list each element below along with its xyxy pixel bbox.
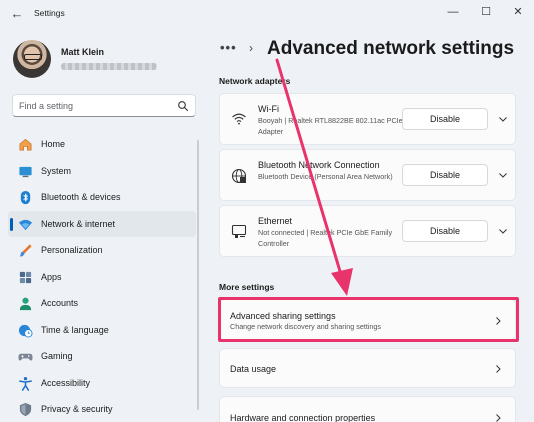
item-title: Data usage <box>230 364 277 374</box>
page-title: Advanced network settings <box>267 38 515 59</box>
adapter-card-ethernet[interactable]: Ethernet Not connected | Realtek PCIe Gb… <box>219 205 516 257</box>
search-box[interactable] <box>12 94 196 117</box>
data-usage-item[interactable]: Data usage <box>219 348 516 388</box>
sidebar-item-personalization[interactable]: Personalization <box>8 237 196 264</box>
back-arrow-icon[interactable]: ← <box>8 5 26 23</box>
shield-icon <box>19 402 32 417</box>
user-email-redacted <box>61 63 157 70</box>
item-title: Hardware and connection properties <box>230 413 376 422</box>
sidebar-item-label: Accounts <box>41 298 79 308</box>
chevron-down-icon[interactable] <box>498 170 508 180</box>
disable-button[interactable]: Disable <box>402 164 488 186</box>
annotation-highlight-box <box>218 297 519 342</box>
sidebar-item-label: Bluetooth & devices <box>41 192 121 202</box>
sidebar-nav: Home System Bluetooth & devices Network … <box>8 131 196 422</box>
adapter-name: Wi-Fi <box>258 104 279 114</box>
globe-clock-icon <box>18 324 33 338</box>
sidebar-item-time-language[interactable]: Time & language <box>8 317 196 344</box>
sidebar-item-label: Personalization <box>41 245 103 255</box>
hardware-connection-properties-item[interactable]: Hardware and connection properties <box>219 396 516 422</box>
sidebar-item-label: Network & internet <box>41 218 116 229</box>
breadcrumb-separator-icon: › <box>249 41 253 55</box>
sidebar-item-home[interactable]: Home <box>8 131 196 158</box>
sidebar-item-network[interactable]: Network & internet <box>8 210 196 237</box>
search-icon[interactable] <box>177 100 189 112</box>
breadcrumb-overflow-button[interactable]: ••• <box>220 40 237 55</box>
chevron-down-icon[interactable] <box>498 114 508 124</box>
system-icon <box>19 166 32 177</box>
sidebar-item-bluetooth[interactable]: Bluetooth & devices <box>8 184 196 211</box>
sidebar-item-label: System <box>41 165 72 176</box>
wifi-icon <box>232 113 246 125</box>
sidebar-item-label: Accessibility <box>41 377 91 388</box>
adapter-detail: Bluetooth Device (Personal Area Network) <box>258 172 393 181</box>
globe-network-icon <box>231 168 247 184</box>
section-heading-more-settings: More settings <box>219 282 275 292</box>
adapter-detail: Not connected | Realtek PCIe GbE Family … <box>258 228 393 248</box>
accounts-icon <box>19 297 32 311</box>
chevron-down-icon[interactable] <box>498 226 508 236</box>
adapter-name: Ethernet <box>258 216 293 226</box>
sidebar-item-accounts[interactable]: Accounts <box>8 290 196 317</box>
accessibility-icon <box>19 376 32 391</box>
app-title: Settings <box>34 8 65 18</box>
sidebar-item-label: Time & language <box>41 324 109 335</box>
ethernet-icon <box>231 224 247 238</box>
gamepad-icon <box>18 353 33 361</box>
home-icon <box>19 138 32 151</box>
maximize-icon[interactable]: ☐ <box>474 3 498 21</box>
disable-button[interactable]: Disable <box>402 108 488 130</box>
settings-window: ← Settings — ☐ ✕ Matt Klein Home System <box>0 0 534 422</box>
minimize-icon[interactable]: — <box>441 3 465 21</box>
adapter-detail: Booyah | Realtek RTL8822BE 802.11ac PCIe… <box>258 116 403 136</box>
adapter-card-bluetooth[interactable]: Bluetooth Network Connection Bluetooth D… <box>219 149 516 201</box>
sidebar-item-label: Home <box>41 139 66 149</box>
apps-icon <box>19 271 32 283</box>
brush-icon <box>19 244 32 257</box>
search-input[interactable] <box>19 98 169 114</box>
chevron-right-icon <box>496 365 501 373</box>
adapter-card-wifi[interactable]: Wi-Fi Booyah | Realtek RTL8822BE 802.11a… <box>219 93 516 145</box>
user-name: Matt Klein <box>61 47 105 57</box>
sidebar-item-apps[interactable]: Apps <box>8 264 196 291</box>
close-icon[interactable]: ✕ <box>506 3 530 21</box>
sidebar-item-label: Apps <box>41 271 62 282</box>
sidebar-item-label: Privacy & security <box>41 404 113 414</box>
title-bar: ← Settings — ☐ ✕ <box>0 0 534 28</box>
adapter-name: Bluetooth Network Connection <box>258 160 380 170</box>
sidebar-item-accessibility[interactable]: Accessibility <box>8 370 196 397</box>
network-icon <box>18 219 33 230</box>
sidebar-item-gaming[interactable]: Gaming <box>8 343 196 370</box>
sidebar-item-label: Gaming <box>41 351 73 361</box>
sidebar-item-privacy[interactable]: Privacy & security <box>8 396 196 422</box>
avatar[interactable] <box>13 40 51 78</box>
bluetooth-icon <box>20 190 31 205</box>
disable-button[interactable]: Disable <box>402 220 488 242</box>
sidebar-item-system[interactable]: System <box>8 158 196 185</box>
chevron-right-icon <box>496 414 501 422</box>
section-heading-network-adapters: Network adapters <box>219 76 291 86</box>
sidebar-scrollbar[interactable] <box>197 140 199 410</box>
